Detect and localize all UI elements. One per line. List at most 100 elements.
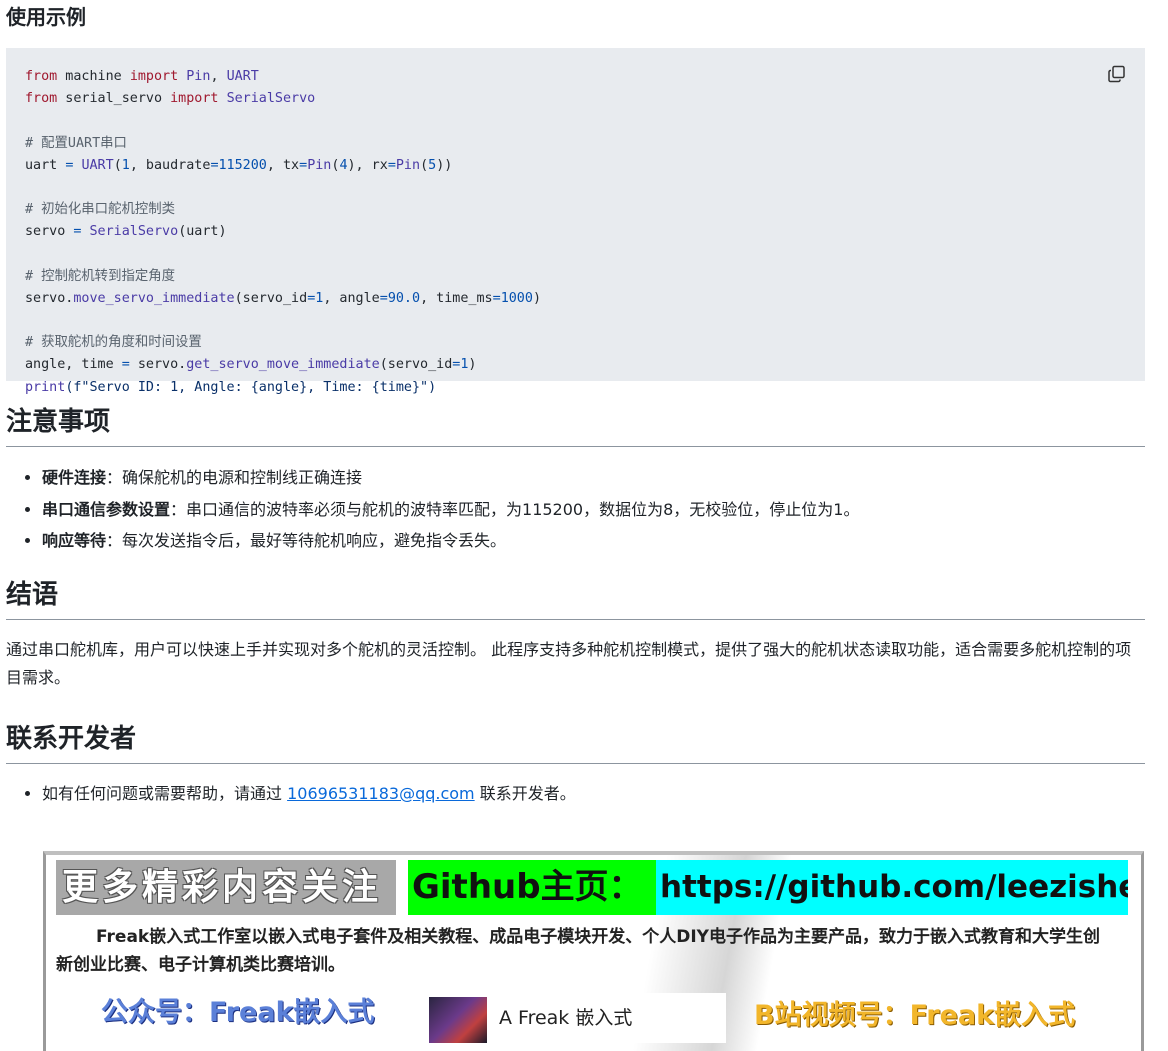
code-token: = xyxy=(299,157,308,173)
code-token: 90.0 xyxy=(387,290,421,306)
code-token: 115200 xyxy=(218,157,267,173)
code-token: print xyxy=(25,379,66,395)
section-heading-example: 使用示例 xyxy=(6,5,86,29)
code-token: # 配置UART串口 xyxy=(25,135,127,151)
avatar xyxy=(429,997,487,1043)
code-token: = xyxy=(121,357,130,373)
code-token: (servo_id xyxy=(234,290,308,306)
code-token: angle, time xyxy=(25,357,122,373)
code-block: from machine import Pin, UART from serial… xyxy=(6,48,1145,395)
code-line: servo.move_servo_immediate(servo_id=1, a… xyxy=(25,288,1127,310)
banner-profile-card: A Freak 嵌入式 xyxy=(421,993,726,1043)
code-line: # 控制舵机转到指定角度 xyxy=(25,266,1127,288)
code-token: = xyxy=(379,290,388,306)
code-line: print(f"Servo ID: 1, Angle: {angle}, Tim… xyxy=(25,377,1127,399)
code-token: Pin xyxy=(307,157,332,173)
note-label: 串口通信参数设置 xyxy=(42,499,171,519)
code-token: import xyxy=(170,91,219,107)
code-token: import xyxy=(129,69,179,84)
list-item: 如有任何问题或需要帮助，请通过 10696531183@qq.com 联系开发者… xyxy=(42,778,1145,810)
code-token: Pin xyxy=(186,69,211,84)
code-line: from serial_servo import SerialServo xyxy=(25,88,1127,110)
section-heading-conclusion: 结语 xyxy=(6,575,1145,620)
note-label: 响应等待 xyxy=(42,531,107,550)
code-token: # 控制舵机转到指定角度 xyxy=(25,268,176,284)
banner-follow-text: 更多精彩内容关注 xyxy=(56,860,396,915)
code-token: # 获取舵机的角度和时间设置 xyxy=(25,335,202,351)
code-token: , time_ms xyxy=(420,290,493,306)
note-text: ：串口通信的波特率必须与舵机的波特率匹配，为115200，数据位为8，无校验位，… xyxy=(170,499,860,519)
code-token: = xyxy=(492,290,501,306)
code-line: # 获取舵机的角度和时间设置 xyxy=(25,332,1127,354)
code-token: servo. xyxy=(25,290,74,306)
note-label: 硬件连接 xyxy=(42,468,107,487)
code-token: 1 xyxy=(121,157,130,173)
copy-icon[interactable] xyxy=(1107,64,1127,84)
code-line: uart = UART(1, baudrate=115200, tx=Pin(4… xyxy=(25,155,1127,177)
code-token: serial_servo xyxy=(57,91,171,107)
list-item: 硬件连接：确保舵机的电源和控制线正确连接 xyxy=(42,462,1145,494)
code-token: , tx xyxy=(266,157,300,173)
banner-github-url: https://github.com/leezisheng xyxy=(656,860,1128,915)
code-token: ), rx xyxy=(347,157,388,173)
promo-banner: 更多精彩内容关注 Github主页： https://github.com/le… xyxy=(43,851,1144,1051)
code-line: # 初始化串口舵机控制类 xyxy=(25,199,1127,221)
section-heading-contact: 联系开发者 xyxy=(6,719,1145,764)
code-lines: from machine import Pin, UART from serial… xyxy=(25,66,1127,399)
code-token: = xyxy=(387,157,396,173)
banner-github-label: Github主页： xyxy=(408,860,656,915)
section-heading-notes: 注意事项 xyxy=(6,402,1145,447)
code-token: UART xyxy=(226,69,259,84)
code-token: , baudrate xyxy=(129,157,211,173)
code-token: servo. xyxy=(129,357,187,373)
readme-content: 使用示例 from machine import Pin, UART from s… xyxy=(6,0,1145,809)
code-token: , xyxy=(210,69,227,84)
code-token: ) xyxy=(468,357,477,373)
code-token: 5 xyxy=(428,157,437,173)
code-token: Pin xyxy=(395,157,421,173)
note-text: ：每次发送指令后，最好等待舵机响应，避免指令丢失。 xyxy=(106,531,507,550)
note-text: ：确保舵机的电源和控制线正确连接 xyxy=(106,468,363,487)
code-line: servo = SerialServo(uart) xyxy=(25,221,1127,243)
code-token: 4 xyxy=(339,157,348,173)
code-token: from xyxy=(25,69,58,84)
list-item: 响应等待：每次发送指令后，最好等待舵机响应，避免指令丢失。 xyxy=(42,525,1145,557)
banner-wechat: 公众号：Freak嵌入式 xyxy=(101,997,375,1028)
code-token: 1000 xyxy=(500,290,533,306)
contact-text-after: 联系开发者。 xyxy=(474,783,576,803)
email-link[interactable]: 10696531183@qq.com xyxy=(287,784,475,803)
code-line: from machine import Pin, UART xyxy=(25,66,1127,88)
notes-list: 硬件连接：确保舵机的电源和控制线正确连接 串口通信参数设置：串口通信的波特率必须… xyxy=(6,462,1145,557)
code-line: angle, time = servo.get_servo_move_immed… xyxy=(25,354,1127,376)
code-token: ( xyxy=(113,157,122,173)
code-token: (f"Servo ID: 1, Angle: {angle}, Time: {t… xyxy=(65,379,437,395)
code-token: machine xyxy=(57,69,130,84)
code-token: , angle xyxy=(323,290,380,306)
code-token: SerialServo xyxy=(89,224,179,240)
banner-bilibili: B站视频号：Freak嵌入式 xyxy=(754,1000,1076,1031)
code-token: # 初始化串口舵机控制类 xyxy=(25,202,176,218)
code-token: )) xyxy=(436,157,453,173)
contact-text-before: 如有任何问题或需要帮助，请通过 xyxy=(42,783,288,803)
code-token: ( xyxy=(420,157,429,173)
list-item: 串口通信参数设置：串口通信的波特率必须与舵机的波特率匹配，为115200，数据位… xyxy=(42,494,1145,526)
banner-description: Freak嵌入式工作室以嵌入式电子套件及相关教程、成品电子模块开发、个人DIY电… xyxy=(56,927,1100,975)
code-token: move_servo_immediate xyxy=(73,290,235,306)
conclusion-text: 通过串口舵机库，用户可以快速上手并实现对多个舵机的灵活控制。 此程序支持多种舵机… xyxy=(6,639,1132,688)
code-token: get_servo_move_immediate xyxy=(186,357,380,373)
code-token: (servo_id xyxy=(379,357,453,373)
code-line: # 配置UART串口 xyxy=(25,133,1127,155)
code-token: servo xyxy=(25,224,74,240)
code-token: UART xyxy=(81,157,114,173)
banner-top-row: 更多精彩内容关注 Github主页： https://github.com/le… xyxy=(56,860,1134,915)
code-token: = xyxy=(210,157,219,173)
code-token: SerialServo xyxy=(226,91,316,107)
code-token: uart xyxy=(25,157,66,173)
contact-list: 如有任何问题或需要帮助，请通过 10696531183@qq.com 联系开发者… xyxy=(6,778,1145,810)
